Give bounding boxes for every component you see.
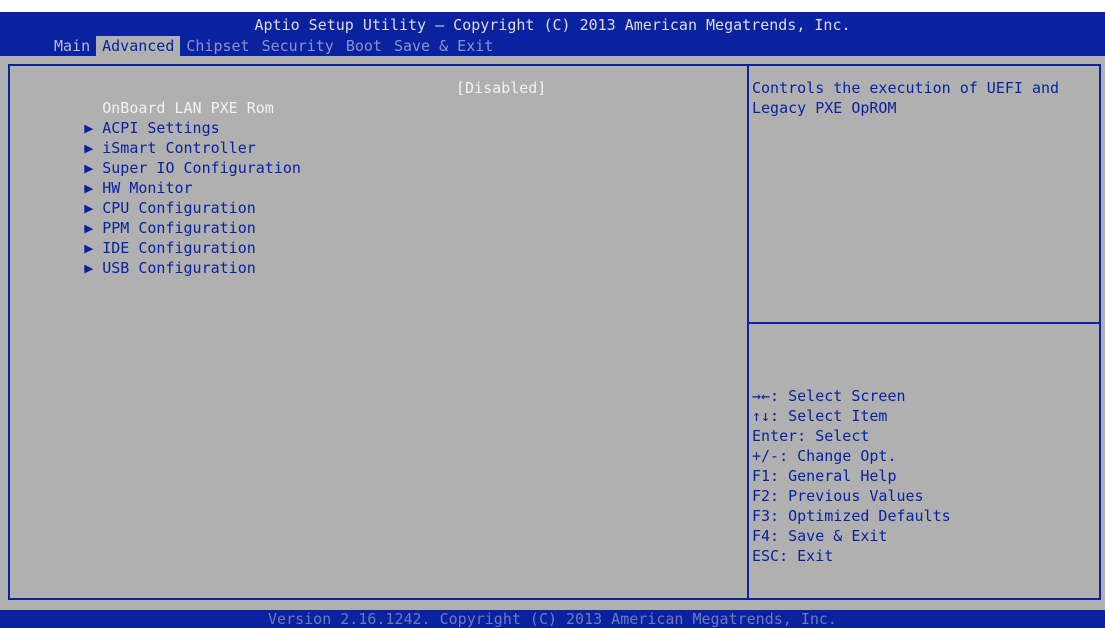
key-hint-select-screen: →←: Select Screen	[752, 387, 906, 405]
menu-item-ppm-configuration[interactable]: ▶ PPM Configuration	[12, 198, 732, 237]
key-hint-optimized-defaults: F3: Optimized Defaults	[752, 507, 951, 525]
key-hint-general-help: F1: General Help	[752, 467, 897, 485]
horizontal-divider	[749, 322, 1099, 324]
menu-item-acpi-settings[interactable]: ▶ ACPI Settings	[12, 98, 732, 137]
header-bar: Aptio Setup Utility – Copyright (C) 2013…	[0, 12, 1105, 56]
key-hint-previous-values: F2: Previous Values	[752, 487, 924, 505]
app-title: Aptio Setup Utility – Copyright (C) 2013…	[254, 16, 851, 34]
tab-boot[interactable]: Boot	[340, 36, 388, 56]
tab-bar: Main Advanced Chipset Security Boot Save…	[48, 36, 499, 56]
footer-bar: Version 2.16.1242. Copyright (C) 2013 Am…	[0, 610, 1105, 628]
tab-chipset[interactable]: Chipset	[180, 36, 255, 56]
key-hint-change-opt: +/-: Change Opt.	[752, 447, 897, 465]
version-text: Version 2.16.1242. Copyright (C) 2013 Am…	[268, 610, 837, 628]
key-hint-save-exit: F4: Save & Exit	[752, 527, 888, 545]
help-text: Controls the execution of UEFI and Legac…	[752, 79, 1069, 117]
submenu-arrow-icon: ▶	[84, 259, 94, 277]
bios-screen: Aptio Setup Utility – Copyright (C) 2013…	[0, 0, 1105, 628]
key-hint-select-item: ↑↓: Select Item	[752, 407, 888, 425]
menu-item-hw-monitor[interactable]: ▶ HW Monitor	[12, 158, 732, 197]
key-legend: →←: Select Screen ↑↓: Select Item Enter:…	[752, 386, 1092, 566]
menu-item-cpu-configuration[interactable]: ▶ CPU Configuration	[12, 178, 732, 217]
menu-item-value[interactable]: [Disabled]	[456, 78, 546, 98]
tab-security[interactable]: Security	[256, 36, 340, 56]
key-hint-exit: ESC: Exit	[752, 547, 834, 565]
menu-item-ismart-controller[interactable]: ▶ iSmart Controller	[12, 118, 732, 157]
tab-main[interactable]: Main	[48, 36, 96, 56]
menu-item-super-io-configuration[interactable]: ▶ Super IO Configuration	[12, 138, 732, 177]
menu-item-usb-configuration[interactable]: ▶ USB Configuration	[12, 238, 732, 277]
settings-menu: OnBoard LAN PXE Rom [Disabled] ▶ ACPI Set…	[12, 78, 732, 277]
tab-advanced[interactable]: Advanced	[96, 36, 181, 56]
tab-save-exit[interactable]: Save & Exit	[388, 36, 499, 56]
menu-item-ide-configuration[interactable]: ▶ IDE Configuration	[12, 218, 732, 257]
menu-item-label: USB Configuration	[102, 259, 256, 277]
key-hint-enter: Enter: Select	[752, 427, 870, 445]
vertical-divider	[747, 66, 749, 598]
menu-item-onboard-lan-pxe-rom[interactable]: OnBoard LAN PXE Rom [Disabled]	[12, 78, 732, 117]
main-panel: OnBoard LAN PXE Rom [Disabled] ▶ ACPI Set…	[0, 56, 1105, 610]
